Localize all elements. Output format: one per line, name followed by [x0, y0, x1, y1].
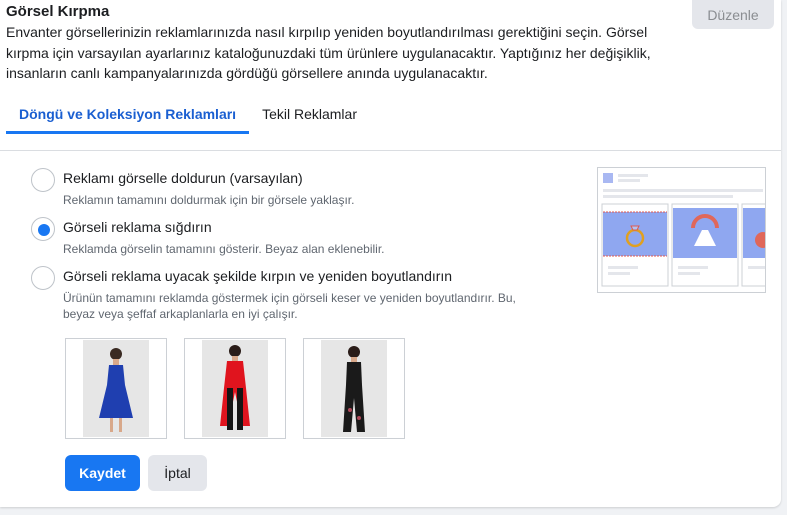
radio-crop[interactable]: [31, 266, 55, 290]
thumbnail-red-top: [184, 338, 286, 439]
option-crop-help: Ürünün tamamını reklamda göstermek için …: [63, 291, 516, 321]
edit-button[interactable]: Düzenle: [692, 0, 774, 29]
radio-fill[interactable]: [31, 168, 55, 192]
save-button[interactable]: Kaydet: [65, 455, 140, 491]
tab-bar: Döngü ve Koleksiyon Reklamları Tekil Rek…: [6, 100, 370, 134]
preview-graphic: [601, 173, 765, 287]
ad-preview-illustration: [597, 167, 766, 293]
red-top-image: [202, 340, 268, 437]
settings-card: Görsel Kırpma Envanter görsellerinizin r…: [0, 0, 781, 507]
option-fill-label: Reklamı görselle doldurun (varsayılan): [63, 170, 303, 186]
cancel-button[interactable]: İptal: [148, 455, 207, 491]
section-description: Envanter görsellerinizin reklamlarınızda…: [6, 24, 651, 81]
option-fill-help: Reklamın tamamını doldurmak için bir gör…: [63, 193, 355, 207]
black-outfit-image: [321, 340, 387, 437]
section-title: Görsel Kırpma: [6, 3, 110, 20]
thumbnail-black-outfit: [303, 338, 405, 439]
blue-dress-image: [83, 340, 149, 437]
tab-carousel-collection[interactable]: Döngü ve Koleksiyon Reklamları: [6, 100, 250, 134]
tab-single-ads[interactable]: Tekil Reklamlar: [249, 100, 370, 134]
option-fit-help: Reklamda görselin tamamını gösterir. Bey…: [63, 242, 385, 256]
divider: [0, 150, 781, 151]
option-fit-label: Görseli reklama sığdırın: [63, 219, 212, 235]
radio-fit[interactable]: [31, 217, 55, 241]
option-crop-label: Görseli reklama uyacak şekilde kırpın ve…: [63, 268, 453, 284]
thumbnail-blue-dress: [65, 338, 167, 439]
product-thumbnails: [65, 338, 405, 439]
